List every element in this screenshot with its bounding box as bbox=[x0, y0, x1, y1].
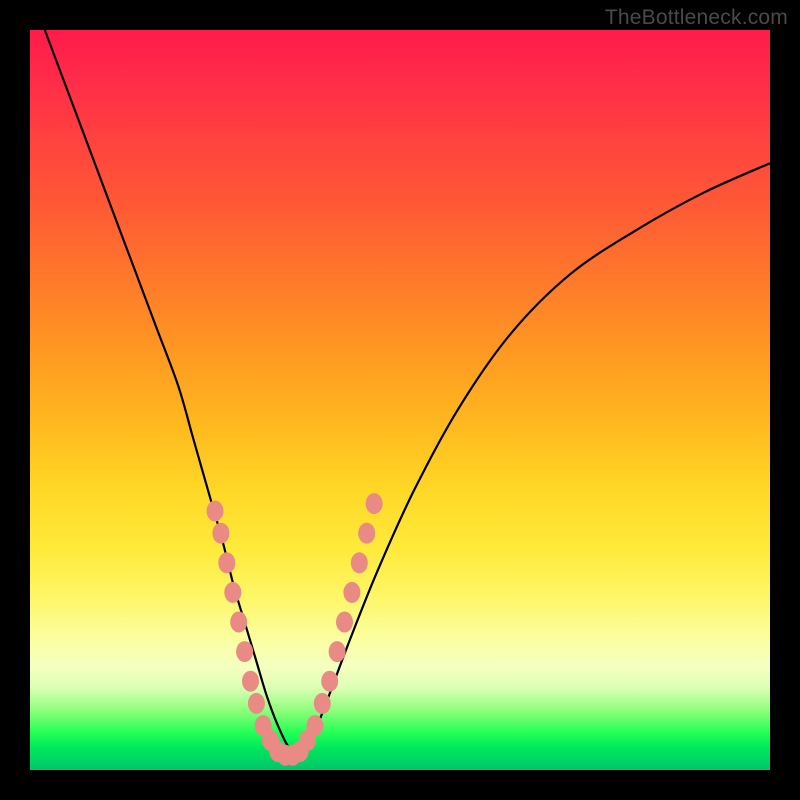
bottleneck-curve-path bbox=[45, 30, 770, 759]
marker-dot bbox=[314, 693, 331, 714]
chart-frame: TheBottleneck.com bbox=[0, 0, 800, 800]
marker-dot bbox=[336, 612, 353, 633]
marker-dot bbox=[321, 671, 338, 692]
marker-dot bbox=[218, 552, 235, 573]
marker-dot bbox=[248, 693, 265, 714]
marker-dot bbox=[306, 715, 323, 736]
marker-dot bbox=[351, 552, 368, 573]
marker-dot bbox=[358, 523, 375, 544]
marker-dot bbox=[242, 671, 259, 692]
marker-dot bbox=[366, 493, 383, 514]
watermark-text: TheBottleneck.com bbox=[605, 6, 788, 30]
marker-dot bbox=[329, 641, 346, 662]
plot-area bbox=[30, 30, 770, 770]
marker-dot bbox=[343, 582, 360, 603]
marker-dot bbox=[212, 523, 229, 544]
marker-dot bbox=[236, 641, 253, 662]
marker-dot bbox=[230, 612, 247, 633]
marker-dot bbox=[224, 582, 241, 603]
chart-svg bbox=[30, 30, 770, 770]
marker-dot bbox=[207, 501, 224, 522]
marker-group bbox=[207, 493, 383, 766]
